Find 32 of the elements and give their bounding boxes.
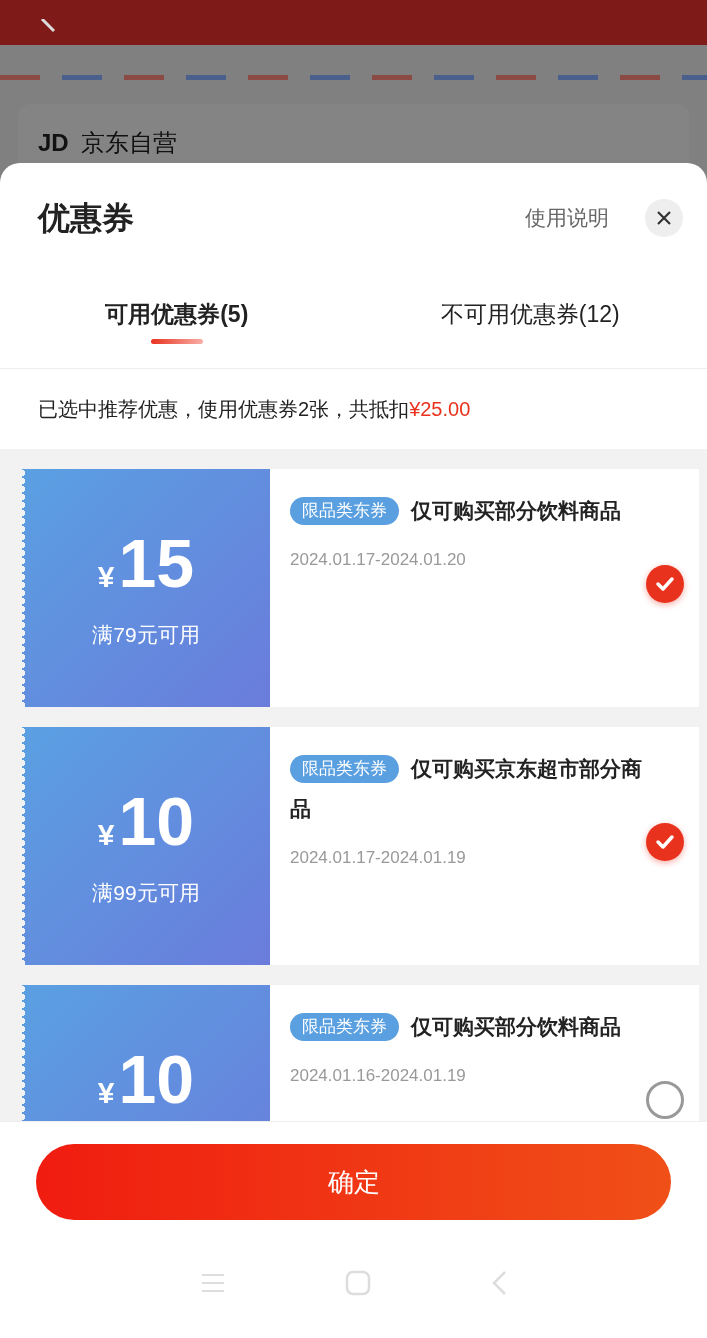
store-name: 京东自营 [80,128,177,158]
currency-symbol: ¥ [97,1075,115,1111]
coupon-amount: 10 [118,787,195,855]
coupon-condition: 满79元可用 [92,622,200,648]
coupon-dates: 2024.01.17-2024.01.19 [290,847,467,869]
coupon-title: 限品类东券 仅可购买部分饮料商品 [290,1007,646,1047]
check-icon [655,576,675,592]
coupon-card[interactable]: ¥10 限品类东券 仅可购买部分饮料商品 2024.01.16-2024.01.19 [22,985,699,1121]
confirm-button[interactable]: 确定 [36,1144,671,1220]
close-icon [657,211,671,225]
checked-checkbox[interactable] [646,565,684,603]
check-icon [655,834,675,850]
coupon-title: 限品类东券 仅可购买部分饮料商品 [290,491,646,531]
coupon-amount: 10 [118,1045,195,1113]
checked-checkbox[interactable] [646,823,684,861]
coupon-title: 限品类东券 仅可购买京东超市部分商品 [290,754,643,822]
coupon-card[interactable]: ¥10 满99元可用 限品类东券 仅可购买京东超市部分商品 2024.01.17-2024.01.19 [22,727,699,965]
coupon-dates: 2024.01.17-2024.01.20 [290,549,467,571]
coupon-card[interactable]: ¥15 满79元可用 限品类东券 仅可购买部分饮料商品 2024.01.17-2024.01.20 [22,469,699,707]
close-button[interactable] [645,199,683,237]
coupon-dates: 2024.01.16-2024.01.19 [290,1065,467,1087]
coupon-amount: 15 [118,529,195,597]
help-link[interactable]: 使用说明 [525,202,609,234]
tab[interactable]: 可用优惠券(5) [0,273,354,368]
store-logo: JD [38,128,69,158]
unchecked-checkbox[interactable] [646,1081,684,1119]
sheet-title: 优惠券 [38,199,135,238]
currency-symbol: ¥ [97,559,115,595]
coupon-condition: 满99元可用 [92,880,200,906]
summary-text: 已选中推荐优惠，使用优惠券2张，共抵扣¥25.00 [37,397,472,422]
tab[interactable]: 不可用优惠券(12) [353,273,707,368]
currency-symbol: ¥ [97,817,115,853]
